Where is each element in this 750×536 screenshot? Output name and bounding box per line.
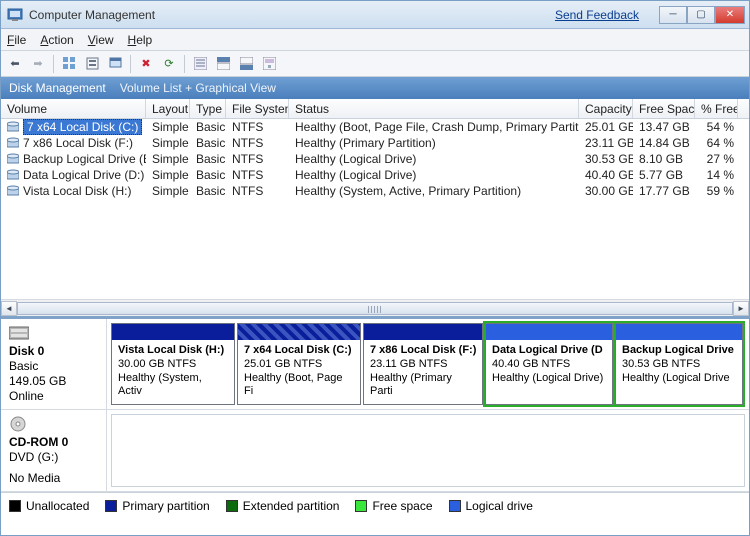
drive-icon [7, 185, 19, 197]
disk-info[interactable]: Disk 0Basic149.05 GBOnline [1, 319, 107, 409]
volume-table: Volume Layout Type File System Status Ca… [1, 99, 749, 316]
nav-forward-button[interactable]: ➡ [28, 54, 48, 74]
table-row[interactable]: Backup Logical Drive (E:)SimpleBasicNTFS… [1, 151, 749, 167]
legend-extended: Extended partition [226, 499, 340, 513]
legend-freespace: Free space [355, 499, 432, 513]
col-capacity[interactable]: Capacity [579, 99, 633, 118]
toolbar-refresh-icon[interactable]: ⟳ [159, 54, 179, 74]
table-row[interactable]: 7 x86 Local Disk (F:)SimpleBasicNTFSHeal… [1, 135, 749, 151]
col-layout[interactable]: Layout [146, 99, 190, 118]
drive-icon [7, 169, 19, 181]
table-row[interactable]: 7 x64 Local Disk (C:)SimpleBasicNTFSHeal… [1, 119, 749, 135]
cdrom-info[interactable]: CD-ROM 0 DVD (G:) No Media [1, 410, 107, 491]
disk-icon [9, 325, 29, 341]
volume-name: 7 x64 Local Disk (C:) [23, 119, 142, 135]
toolbar-tile-icon[interactable] [59, 54, 79, 74]
section-subtitle: Volume List + Graphical View [120, 81, 276, 95]
legend: Unallocated Primary partition Extended p… [1, 492, 749, 519]
send-feedback-link[interactable]: Send Feedback [555, 8, 639, 22]
cdrom-row: CD-ROM 0 DVD (G:) No Media [1, 410, 749, 492]
window-title: Computer Management [29, 8, 155, 22]
scroll-track[interactable] [17, 301, 733, 316]
menu-view[interactable]: View [88, 33, 114, 47]
menu-action[interactable]: Action [40, 33, 73, 47]
volume-name: Data Logical Drive (D:) [23, 168, 144, 182]
graphical-pane: Disk 0Basic149.05 GBOnlineVista Local Di… [1, 316, 749, 492]
table-body[interactable]: 7 x64 Local Disk (C:)SimpleBasicNTFSHeal… [1, 119, 749, 299]
volume-name: Vista Local Disk (H:) [23, 184, 131, 198]
cdrom-icon [9, 416, 29, 432]
partition[interactable]: Backup Logical Drive30.53 GB NTFSHealthy… [615, 323, 743, 405]
menubar: File Action View Help [1, 29, 749, 51]
scroll-right-button[interactable]: ► [733, 301, 749, 316]
volume-name: 7 x86 Local Disk (F:) [23, 136, 133, 150]
col-pfree[interactable]: % Free [695, 99, 738, 118]
titlebar: Computer Management Send Feedback ─ ▢ ✕ [1, 1, 749, 29]
toolbar-settings-icon[interactable] [259, 54, 279, 74]
window-controls: ─ ▢ ✕ [659, 6, 745, 24]
menu-file[interactable]: File [7, 33, 26, 47]
table-row[interactable]: Vista Local Disk (H:)SimpleBasicNTFSHeal… [1, 183, 749, 199]
menu-help[interactable]: Help [128, 33, 153, 47]
cdrom-status: No Media [9, 471, 98, 485]
col-free[interactable]: Free Space [633, 99, 695, 118]
toolbar-pane-bottom-icon[interactable] [236, 54, 256, 74]
cdrom-partition-area [107, 410, 749, 491]
cdrom-empty[interactable] [111, 414, 745, 487]
h-scrollbar[interactable]: ◄ ► [1, 299, 749, 316]
disk-type: Basic [9, 359, 98, 373]
partition[interactable]: 7 x64 Local Disk (C:)25.01 GB NTFSHealth… [237, 323, 361, 405]
scroll-left-button[interactable]: ◄ [1, 301, 17, 316]
cdrom-name: CD-ROM 0 [9, 435, 98, 449]
drive-icon [7, 137, 19, 149]
nav-back-button[interactable]: ⬅ [5, 54, 25, 74]
drive-icon [7, 153, 19, 165]
disk-row: Disk 0Basic149.05 GBOnlineVista Local Di… [1, 319, 749, 410]
toolbar-cancel-icon[interactable]: ✖ [136, 54, 156, 74]
partition-area: Vista Local Disk (H:)30.00 GB NTFSHealth… [107, 319, 749, 409]
legend-primary: Primary partition [105, 499, 209, 513]
toolbar-list-icon[interactable] [190, 54, 210, 74]
partition[interactable]: Vista Local Disk (H:)30.00 GB NTFSHealth… [111, 323, 235, 405]
disk-name: Disk 0 [9, 344, 98, 358]
legend-unallocated: Unallocated [9, 499, 89, 513]
close-button[interactable]: ✕ [715, 6, 745, 24]
toolbar-properties-icon[interactable] [82, 54, 102, 74]
app-icon [7, 7, 23, 23]
table-header[interactable]: Volume Layout Type File System Status Ca… [1, 99, 749, 119]
section-title: Disk Management [9, 81, 106, 95]
col-filesystem[interactable]: File System [226, 99, 289, 118]
toolbar-window-icon[interactable] [105, 54, 125, 74]
maximize-button[interactable]: ▢ [687, 6, 715, 24]
toolbar-pane-top-icon[interactable] [213, 54, 233, 74]
col-type[interactable]: Type [190, 99, 226, 118]
cdrom-drive: DVD (G:) [9, 450, 98, 464]
col-status[interactable]: Status [289, 99, 579, 118]
col-volume[interactable]: Volume [1, 99, 146, 118]
disk-state: Online [9, 389, 98, 403]
partition[interactable]: Data Logical Drive (D40.40 GB NTFSHealth… [485, 323, 613, 405]
scroll-thumb[interactable] [17, 302, 733, 315]
volume-name: Backup Logical Drive (E:) [23, 152, 146, 166]
section-header: Disk Management Volume List + Graphical … [1, 77, 749, 99]
minimize-button[interactable]: ─ [659, 6, 687, 24]
disk-size: 149.05 GB [9, 374, 98, 388]
partition[interactable]: 7 x86 Local Disk (F:)23.11 GB NTFSHealth… [363, 323, 483, 405]
toolbar: ⬅ ➡ ✖ ⟳ [1, 51, 749, 77]
drive-icon [7, 121, 19, 133]
table-row[interactable]: Data Logical Drive (D:)SimpleBasicNTFSHe… [1, 167, 749, 183]
legend-logical: Logical drive [449, 499, 533, 513]
